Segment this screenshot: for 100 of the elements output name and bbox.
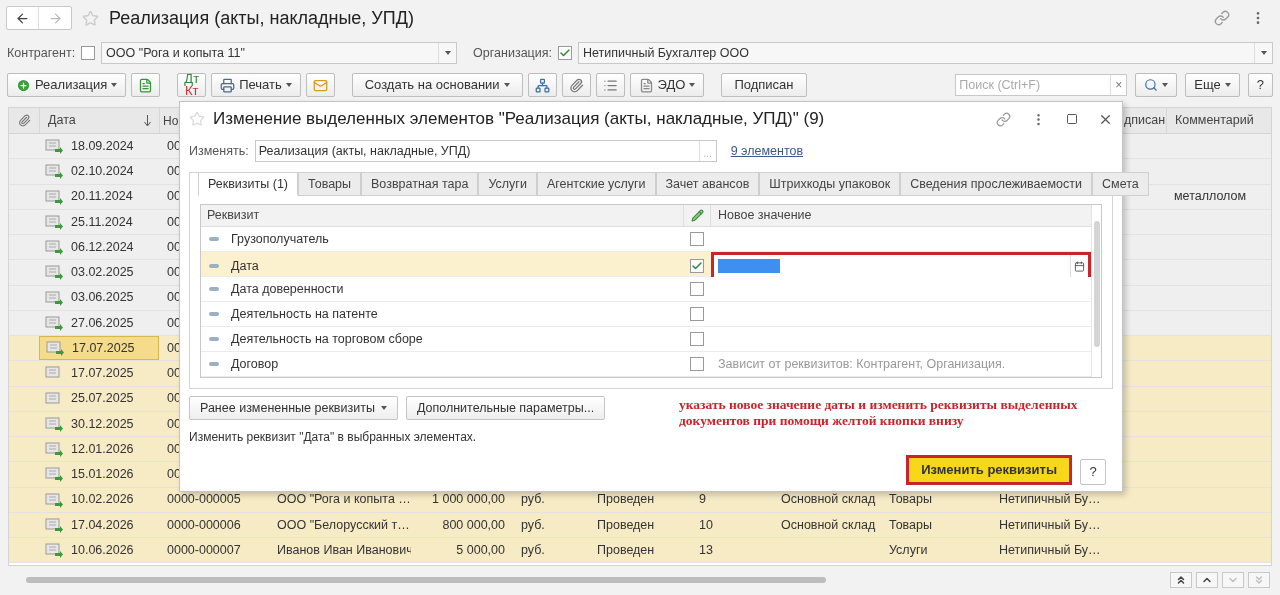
tab[interactable]: Агентские услуги bbox=[536, 172, 656, 196]
edo-button[interactable]: ЭДО bbox=[629, 73, 705, 97]
signed-button[interactable]: Подписан bbox=[721, 73, 807, 97]
table-cell-text: Товары bbox=[889, 491, 932, 509]
star-icon[interactable] bbox=[82, 9, 99, 27]
table-row[interactable]: 17.04.2026 0000-000006 ООО "Белорусский т… 800 000,00 руб. Проведен 10 Основной склад Товары Нетипичный Бу… bbox=[9, 512, 1271, 538]
search-button[interactable] bbox=[1135, 73, 1178, 97]
status-text: Изменить реквизит "Дата" в выбранных элементах. bbox=[189, 429, 478, 446]
column-header[interactable]: дписан bbox=[1124, 111, 1166, 130]
table-cell-text: 0000-000005 bbox=[167, 491, 241, 509]
star-icon[interactable] bbox=[189, 111, 205, 127]
posted-document-icon bbox=[45, 289, 63, 306]
checkbox[interactable] bbox=[690, 332, 704, 346]
attribute-row[interactable]: Дата bbox=[201, 252, 1091, 277]
tab[interactable]: Сведения прослеживаемости bbox=[900, 172, 1092, 196]
posted-document-icon bbox=[45, 516, 63, 533]
checkbox[interactable] bbox=[81, 46, 96, 60]
table-row[interactable]: 10.06.2026 0000-000007 Иванов Иван Иванович 5 000,00 руб. Проведен 13 Услуги Нетипичный Бу… bbox=[9, 538, 1271, 564]
attribute-name: Договор bbox=[231, 355, 279, 373]
tab[interactable]: Услуги bbox=[478, 172, 537, 196]
link-icon[interactable] bbox=[1214, 10, 1230, 26]
date-cell: 27.06.2025 bbox=[39, 310, 159, 335]
table-cell-text: ООО "Рога и копыта … bbox=[277, 491, 411, 509]
dialog-button[interactable]: Ранее измененные реквизиты bbox=[189, 396, 398, 420]
email-button[interactable] bbox=[305, 73, 335, 97]
arrow-icon bbox=[1175, 574, 1187, 586]
date-cell: 10.06.2026 bbox=[39, 538, 159, 563]
elements-link[interactable]: 9 элементов bbox=[730, 141, 804, 161]
structure-icon bbox=[534, 77, 550, 93]
link-icon[interactable] bbox=[996, 111, 1011, 127]
create-button[interactable]: Реализация bbox=[7, 73, 127, 97]
minus-icon bbox=[209, 312, 219, 316]
caret-icon bbox=[111, 83, 118, 87]
table-cell-text: Иванов Иван Иванович bbox=[277, 541, 411, 559]
column-header[interactable]: Комментарий bbox=[1175, 111, 1254, 130]
calendar-icon[interactable] bbox=[1074, 260, 1085, 272]
caret-icon bbox=[285, 83, 292, 87]
tab[interactable]: Зачет авансов bbox=[655, 172, 760, 196]
structure-button[interactable] bbox=[527, 73, 557, 97]
minus-icon bbox=[209, 264, 219, 268]
up-page-button[interactable] bbox=[1196, 572, 1218, 588]
posted-document-icon bbox=[45, 239, 63, 256]
posted-document-icon bbox=[46, 340, 64, 357]
checkbox[interactable] bbox=[690, 282, 704, 296]
object-type-field[interactable]: Реализация (акты, накладные, УПД) ... bbox=[254, 140, 717, 162]
checkbox[interactable] bbox=[690, 307, 704, 321]
tab[interactable]: Смета bbox=[1092, 172, 1149, 196]
date-cell: 15.01.2026 bbox=[39, 462, 159, 487]
document-button[interactable] bbox=[131, 73, 161, 97]
help-button[interactable]: ? bbox=[1247, 73, 1273, 97]
first-page-button[interactable] bbox=[1170, 572, 1192, 588]
dialog-title: Изменение выделенных элементов "Реализация (акты, накладные, УПД)" (9) bbox=[213, 108, 826, 131]
date-cell: 03.06.2025 bbox=[39, 285, 159, 310]
attribute-row[interactable]: Дата доверенности bbox=[201, 277, 1091, 302]
date-cell: 06.12.2024 bbox=[39, 235, 159, 260]
attribute-name: Деятельность на торговом сборе bbox=[231, 330, 423, 348]
checkbox[interactable] bbox=[690, 259, 704, 273]
posted-document-icon bbox=[45, 213, 63, 230]
table-cell-text: руб. bbox=[521, 516, 545, 534]
dialog-button[interactable]: Дополнительные параметры... bbox=[405, 396, 606, 420]
accounting-entries-button[interactable]: Дт Кт bbox=[177, 73, 207, 97]
tab[interactable]: Товары bbox=[298, 172, 361, 196]
table-cell-text: металлолом bbox=[1174, 188, 1247, 206]
page-title: Реализация (акты, накладные, УПД) bbox=[109, 6, 415, 30]
column-header[interactable]: Но bbox=[163, 111, 179, 130]
checkbox[interactable] bbox=[558, 46, 572, 60]
apply-button[interactable]: Изменить реквизиты bbox=[906, 455, 1072, 485]
table-cell-text: 5 000,00 bbox=[456, 541, 505, 559]
filter-field[interactable]: ООО "Рога и копыта 11" bbox=[101, 42, 458, 64]
attribute-name: Грузополучатель bbox=[231, 230, 329, 248]
caret-icon bbox=[1260, 51, 1267, 55]
print-button[interactable]: Печать bbox=[211, 73, 301, 97]
scrollbar[interactable] bbox=[1091, 205, 1101, 377]
checkbox[interactable] bbox=[690, 232, 704, 246]
maximize-icon[interactable] bbox=[1066, 113, 1078, 125]
caret-icon bbox=[689, 83, 696, 87]
attachments-button[interactable] bbox=[561, 73, 591, 97]
menu-button[interactable]: Создать на основании bbox=[351, 73, 523, 97]
tab[interactable]: Возвратная тара bbox=[361, 172, 479, 196]
table-cell-text: 9 bbox=[699, 491, 706, 509]
search-field[interactable]: Поиск (Ctrl+F) × bbox=[955, 74, 1128, 96]
clear-button[interactable]: × bbox=[1110, 75, 1127, 95]
caret-icon bbox=[1224, 83, 1231, 87]
column-header[interactable]: Дата bbox=[48, 111, 76, 130]
table-cell-text: Основной склад bbox=[781, 491, 876, 509]
attribute-name: Дата доверенности bbox=[231, 280, 344, 298]
table-cell-text: 0000-000007 bbox=[167, 541, 241, 559]
tab[interactable]: Штрихкоды упаковок bbox=[759, 172, 901, 196]
column-header: Новое значение bbox=[717, 207, 813, 225]
table-cell-text: Нетипичный Бу… bbox=[999, 541, 1099, 559]
date-field[interactable] bbox=[711, 252, 1091, 280]
filter-field[interactable]: Нетипичный Бухгалтер ООО bbox=[578, 42, 1273, 64]
menu-button[interactable]: Еще bbox=[1185, 73, 1240, 97]
list-button[interactable] bbox=[595, 73, 625, 97]
plus-icon bbox=[16, 77, 31, 93]
tab[interactable]: Реквизиты (1) bbox=[198, 172, 298, 196]
posted-document-icon bbox=[45, 314, 63, 331]
checkbox[interactable] bbox=[690, 357, 704, 371]
help-button[interactable]: ? bbox=[1080, 459, 1106, 485]
field-label: Изменять: bbox=[189, 142, 249, 160]
